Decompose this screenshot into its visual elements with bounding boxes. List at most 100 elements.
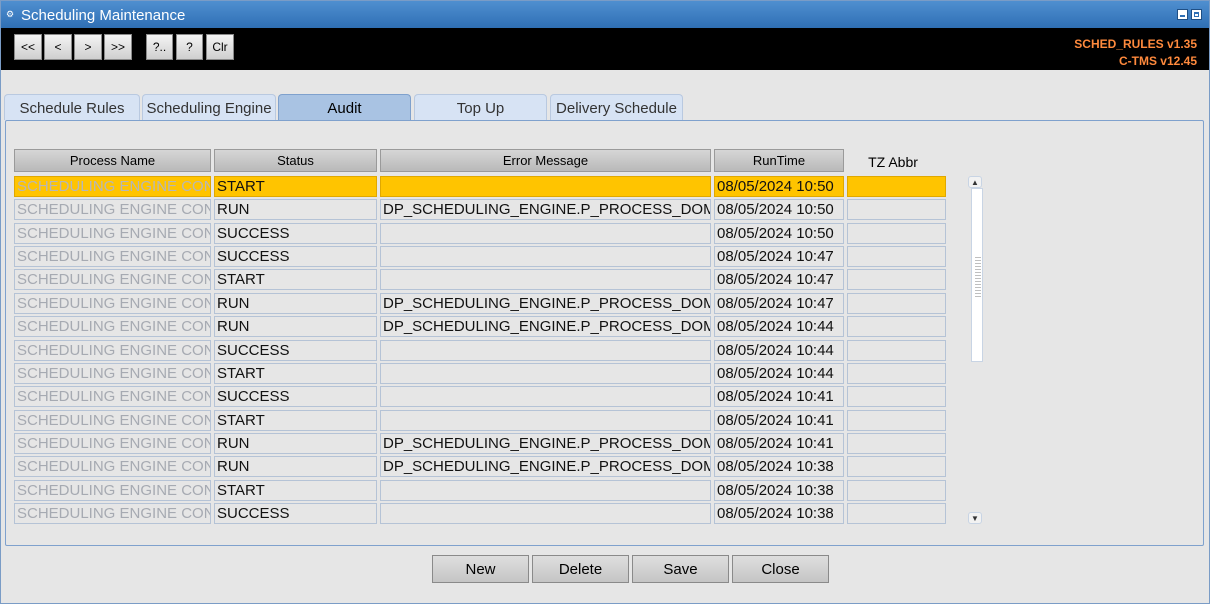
status-cell[interactable]: RUN [214,316,377,337]
tab-top-up[interactable]: Top Up [414,94,547,120]
error-message-cell[interactable] [380,340,711,361]
status-cell[interactable]: RUN [214,199,377,220]
tz-abbr-cell[interactable] [847,363,946,384]
tab-delivery-schedule[interactable]: Delivery Schedule [550,94,683,120]
runtime-cell[interactable]: 08/05/2024 10:41 [714,410,844,431]
process-name-cell[interactable]: SCHEDULING ENGINE CONT [14,340,211,361]
status-cell[interactable]: START [214,410,377,431]
runtime-cell[interactable]: 08/05/2024 10:50 [714,223,844,244]
process-name-cell[interactable]: SCHEDULING ENGINE CONT [14,503,211,524]
process-name-cell[interactable]: SCHEDULING ENGINE CONT [14,316,211,337]
status-cell[interactable]: SUCCESS [214,246,377,267]
status-cell[interactable]: SUCCESS [214,503,377,524]
runtime-cell[interactable]: 08/05/2024 10:50 [714,176,844,197]
error-message-cell[interactable]: DP_SCHEDULING_ENGINE.P_PROCESS_DOME [380,316,711,337]
error-message-cell[interactable]: DP_SCHEDULING_ENGINE.P_PROCESS_DOME [380,433,711,454]
error-message-cell[interactable]: DP_SCHEDULING_ENGINE.P_PROCESS_DOME [380,293,711,314]
tz-abbr-cell[interactable] [847,199,946,220]
tz-abbr-cell[interactable] [847,269,946,290]
error-message-cell[interactable] [380,246,711,267]
save-button[interactable]: Save [632,555,729,583]
tz-abbr-cell[interactable] [847,386,946,407]
process-name-cell[interactable]: SCHEDULING ENGINE CONT [14,363,211,384]
tz-abbr-cell[interactable] [847,480,946,501]
status-cell[interactable]: START [214,363,377,384]
error-message-cell[interactable] [380,176,711,197]
query-enter-button[interactable]: ?.. [146,34,173,60]
scrollbar-track[interactable] [971,188,983,523]
error-message-cell[interactable] [380,410,711,431]
process-name-cell[interactable]: SCHEDULING ENGINE CONT [14,269,211,290]
error-message-cell[interactable]: DP_SCHEDULING_ENGINE.P_PROCESS_DOME [380,199,711,220]
runtime-cell[interactable]: 08/05/2024 10:44 [714,316,844,337]
status-cell[interactable]: START [214,176,377,197]
runtime-cell[interactable]: 08/05/2024 10:38 [714,503,844,524]
last-record-button[interactable]: >> [104,34,132,60]
tz-abbr-cell[interactable] [847,176,946,197]
runtime-cell[interactable]: 08/05/2024 10:47 [714,269,844,290]
runtime-cell[interactable]: 08/05/2024 10:50 [714,199,844,220]
scrollbar-thumb[interactable] [971,188,983,362]
up-arrow-icon[interactable]: ▲ [968,176,982,188]
tab-schedule-rules[interactable]: Schedule Rules [4,94,140,120]
process-name-cell[interactable]: SCHEDULING ENGINE CONT [14,293,211,314]
runtime-cell[interactable]: 08/05/2024 10:47 [714,246,844,267]
next-record-button[interactable]: > [74,34,102,60]
delete-button[interactable]: Delete [532,555,629,583]
runtime-cell[interactable]: 08/05/2024 10:38 [714,456,844,477]
previous-record-button[interactable]: < [44,34,72,60]
process-name-cell[interactable]: SCHEDULING ENGINE CONT [14,176,211,197]
tz-abbr-cell[interactable] [847,433,946,454]
error-message-cell[interactable] [380,363,711,384]
process-name-cell[interactable]: SCHEDULING ENGINE CONT [14,410,211,431]
error-message-cell[interactable] [380,223,711,244]
runtime-cell[interactable]: 08/05/2024 10:41 [714,433,844,454]
tz-abbr-cell[interactable] [847,246,946,267]
status-cell[interactable]: SUCCESS [214,223,377,244]
maximize-button[interactable] [1191,9,1202,20]
error-message-cell[interactable] [380,503,711,524]
error-message-cell[interactable] [380,480,711,501]
status-cell[interactable]: SUCCESS [214,340,377,361]
tab-audit[interactable]: Audit [278,94,411,120]
process-name-cell[interactable]: SCHEDULING ENGINE CONT [14,199,211,220]
new-button[interactable]: New [432,555,529,583]
process-name-cell[interactable]: SCHEDULING ENGINE CONT [14,456,211,477]
runtime-cell[interactable]: 08/05/2024 10:44 [714,363,844,384]
query-execute-button[interactable]: ? [176,34,203,60]
process-name-cell[interactable]: SCHEDULING ENGINE CONT [14,433,211,454]
status-cell[interactable]: RUN [214,293,377,314]
tz-abbr-cell[interactable] [847,340,946,361]
tz-abbr-cell[interactable] [847,316,946,337]
status-cell[interactable]: START [214,480,377,501]
runtime-cell[interactable]: 08/05/2024 10:44 [714,340,844,361]
status-cell[interactable]: SUCCESS [214,386,377,407]
runtime-cell[interactable]: 08/05/2024 10:41 [714,386,844,407]
process-name-cell[interactable]: SCHEDULING ENGINE CONT [14,246,211,267]
status-cell[interactable]: START [214,269,377,290]
tz-abbr-cell[interactable] [847,456,946,477]
tab-scheduling-engine[interactable]: Scheduling Engine [142,94,276,120]
tz-abbr-cell[interactable] [847,410,946,431]
error-message-cell[interactable] [380,269,711,290]
tz-abbr-cell[interactable] [847,503,946,524]
minimize-button[interactable] [1177,9,1188,20]
tz-abbr-cell[interactable] [847,293,946,314]
error-message-cell[interactable] [380,386,711,407]
clear-button[interactable]: Clr [206,34,234,60]
toolbar: << < > >> ?.. ? Clr SCHED_RULES v1.35 C-… [1,28,1209,70]
status-cell[interactable]: RUN [214,433,377,454]
column-header-tz-abbr: TZ Abbr [868,154,918,170]
first-record-button[interactable]: << [14,34,42,60]
error-message-cell[interactable]: DP_SCHEDULING_ENGINE.P_PROCESS_DOME [380,456,711,477]
process-name-cell[interactable]: SCHEDULING ENGINE CONT [14,480,211,501]
process-name-cell[interactable]: SCHEDULING ENGINE CONT [14,223,211,244]
runtime-cell[interactable]: 08/05/2024 10:38 [714,480,844,501]
status-cell[interactable]: RUN [214,456,377,477]
table-scrollbar[interactable]: ▲ ▼ [968,176,983,524]
runtime-cell[interactable]: 08/05/2024 10:47 [714,293,844,314]
down-arrow-icon[interactable]: ▼ [968,512,982,524]
process-name-cell[interactable]: SCHEDULING ENGINE CONT [14,386,211,407]
close-button[interactable]: Close [732,555,829,583]
tz-abbr-cell[interactable] [847,223,946,244]
